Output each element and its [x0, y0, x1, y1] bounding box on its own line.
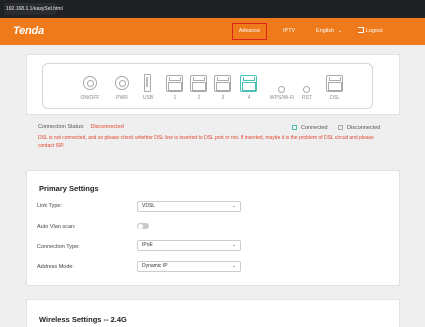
chevron-down-icon: ⌄	[231, 242, 236, 248]
address-mode-value: Dynamic IP	[142, 263, 168, 269]
dsl-warning: DSL is not connected, and so please chec…	[38, 135, 374, 149]
chevron-down-icon: ⌄	[231, 203, 236, 209]
address-mode-label: Address Mode:	[37, 264, 74, 270]
ethernet-port-icon	[166, 75, 183, 92]
logout-icon	[358, 27, 364, 33]
advance-label: Advance	[238, 28, 261, 34]
wireless-settings-card: Wireless Settings -- 2.4G	[26, 299, 400, 327]
vlan-scan-label: Auto Vlan scan:	[37, 224, 76, 230]
chevron-down-icon: ⌄	[231, 263, 236, 269]
nav-advance[interactable]: Advance	[232, 18, 267, 45]
advance-highlight[interactable]: Advance	[232, 23, 267, 40]
ethernet-port-connected-icon	[240, 75, 257, 92]
legend-disconnected: Disconnected	[338, 124, 380, 131]
status-label: Connection Status:	[38, 124, 85, 130]
browser-bar: 192.168.1.1/easySet.html	[0, 0, 425, 18]
legend-connected-label: Connected	[301, 125, 328, 131]
legend-disconnected-label: Disconnected	[347, 125, 381, 131]
wireless-settings-title: Wireless Settings -- 2.4G	[39, 315, 127, 324]
dsl-port-icon	[326, 75, 343, 92]
wps-led-icon	[278, 86, 285, 93]
ethernet-port-icon	[190, 75, 207, 92]
primary-settings-title: Primary Settings	[39, 184, 99, 193]
tenda-logo[interactable]: Tenda	[13, 25, 44, 37]
logout-button[interactable]: Logout	[358, 18, 383, 45]
power-jack-icon	[115, 76, 129, 90]
usb-port-icon	[144, 74, 151, 92]
link-type-value: VDSL	[142, 203, 156, 209]
ethernet-port-icon	[214, 75, 231, 92]
language-label: English	[316, 28, 335, 34]
status-value: Disconnected	[90, 124, 124, 130]
connected-swatch-icon	[292, 124, 297, 130]
connection-type-label: Connection Type:	[37, 244, 80, 250]
power-button-icon	[83, 76, 97, 90]
port-label: ON/OFF	[80, 95, 100, 101]
connection-type-select[interactable]: IPoE ⌄	[137, 240, 241, 251]
iptv-label: IPTV	[283, 28, 296, 34]
port-label: 4	[247, 95, 251, 101]
port-label: DSL	[330, 95, 340, 101]
chevron-down-icon: ⌄	[338, 28, 343, 34]
vlan-scan-toggle[interactable]	[137, 223, 149, 229]
language-select[interactable]: English ⌄	[316, 18, 342, 45]
legend-connected: Connected	[292, 124, 328, 131]
reset-led-icon	[303, 86, 310, 93]
port-label: USB	[142, 95, 154, 101]
connection-status: Connection Status: Disconnected	[38, 124, 124, 130]
top-header: Tenda Advance IPTV English ⌄ Logout	[0, 18, 425, 45]
url-field[interactable]: 192.168.1.1/easySet.html	[4, 3, 63, 15]
link-type-select[interactable]: VDSL ⌄	[137, 201, 241, 212]
nav-iptv[interactable]: IPTV	[283, 18, 295, 45]
connection-type-value: IPoE	[142, 242, 153, 248]
logout-label: Logout	[366, 28, 383, 34]
router-back-panel: ON/OFF PWR USB 1 2 3 4 WPS/Wi-Fi RST DSL	[42, 63, 373, 109]
address-mode-select[interactable]: Dynamic IP ⌄	[137, 261, 241, 272]
port-label: RST	[302, 95, 312, 101]
link-type-label: Link Type:	[37, 203, 62, 209]
disconnected-swatch-icon	[338, 124, 343, 130]
